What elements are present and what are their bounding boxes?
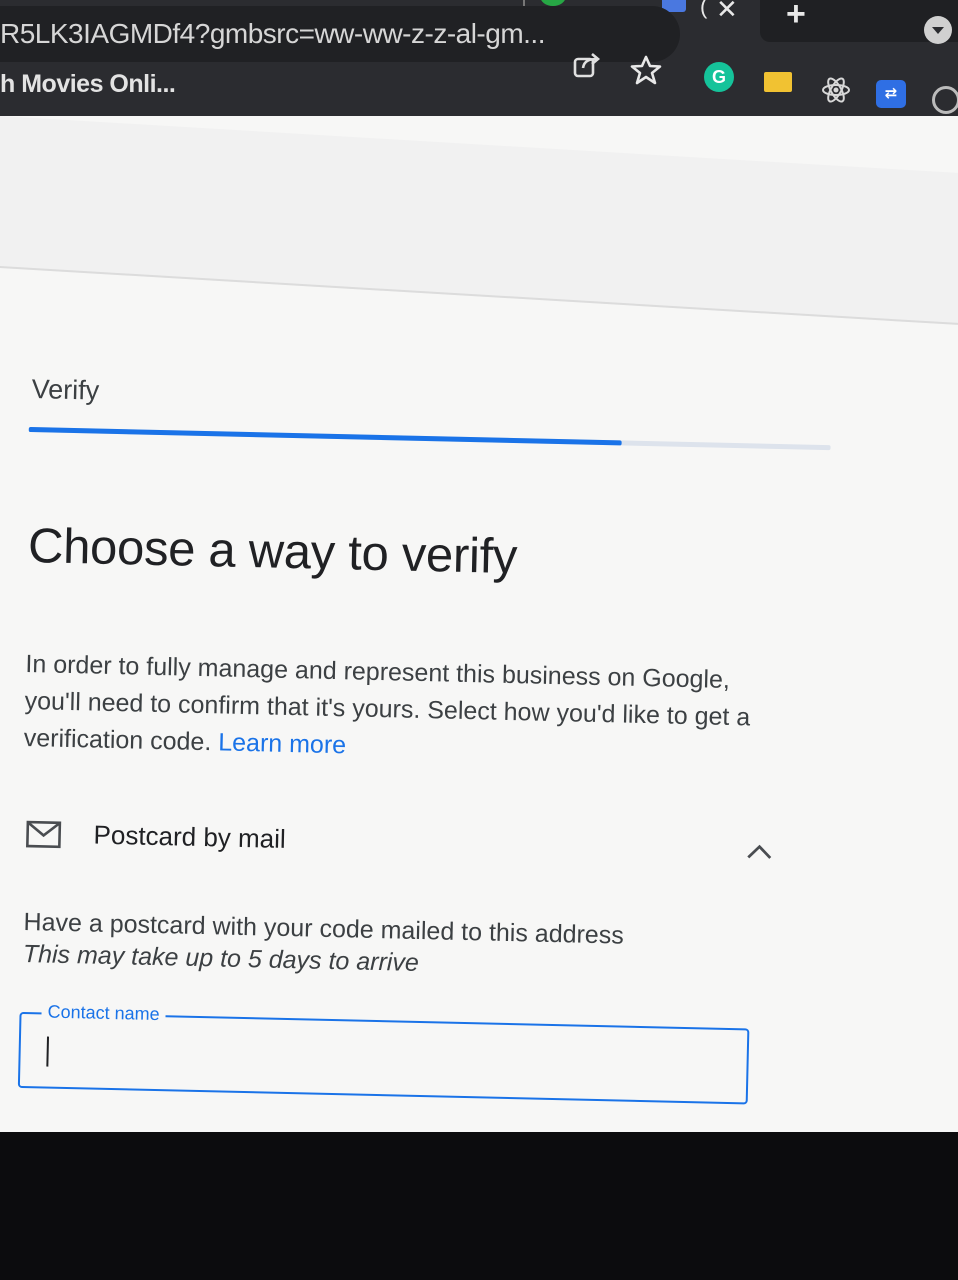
postcard-option-header[interactable]: Postcard by mail [19,812,780,889]
close-icon[interactable]: ✕ [716,0,738,22]
contact-name-input[interactable] [40,1028,736,1091]
tab-title-fragment: ( [700,0,708,19]
learn-more-link[interactable]: Learn more [218,728,346,759]
share-icon[interactable] [572,50,602,80]
contact-name-field[interactable]: Contact name [17,1001,750,1105]
option-title: Postcard by mail [93,819,287,854]
react-devtools-icon[interactable] [820,74,852,106]
step-label: Verify [31,374,100,406]
description: In order to fully manage and represent t… [23,646,765,774]
progress-fill [28,426,623,446]
verification-panel: Verify Choose a way to verify In order t… [0,115,958,1156]
chevron-up-icon[interactable] [745,842,773,861]
link-extension-icon[interactable]: ⇄ [876,80,906,108]
grammarly-icon[interactable]: G [704,62,734,92]
progress-bar [28,426,831,451]
page: Verify Choose a way to verify In order t… [0,116,958,1136]
bookmark-star-icon[interactable] [630,54,662,86]
folder-icon[interactable] [764,72,792,92]
new-tab-button[interactable]: + [786,0,806,32]
url-text[interactable]: R5LK3IAGMDf4?gmbsrc=ww-ww-z-z-al-gm... [0,18,546,50]
circle-extension-icon[interactable] [932,86,958,114]
contact-name-label: Contact name [41,1001,166,1026]
bookmark-item[interactable]: h Movies Onli... [0,70,176,99]
tab-search-dropdown-icon[interactable] [924,16,952,44]
description-text: In order to fully manage and represent t… [23,649,751,757]
page-title: Choose a way to verify [27,519,518,585]
mail-icon [26,820,62,849]
screen-bezel [0,1132,958,1280]
